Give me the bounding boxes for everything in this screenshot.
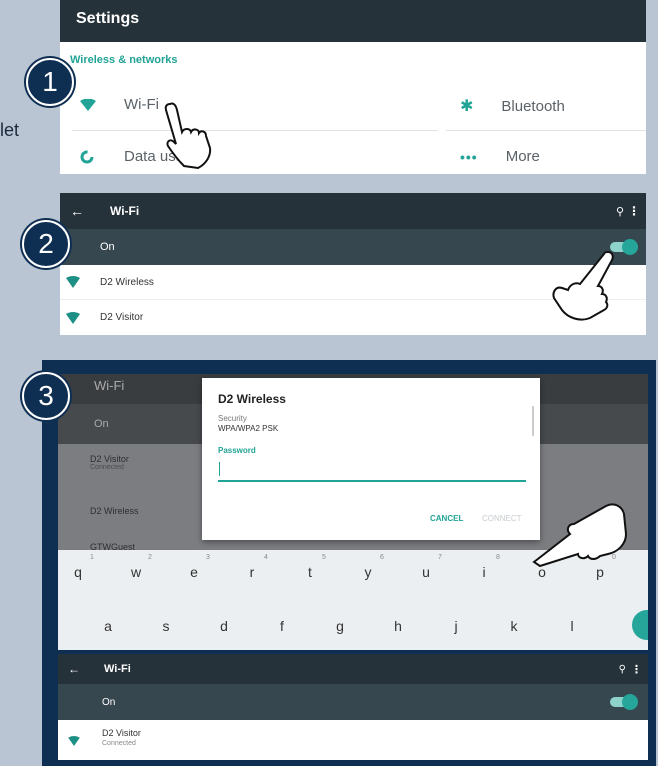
wifi-on-label: On bbox=[100, 241, 115, 253]
connected-screen: ← Wi-Fi ⚲ ⋮ On D2 Visitor Connected bbox=[58, 654, 648, 760]
wifi-title: Wi-Fi bbox=[104, 663, 131, 675]
dim-title: Wi-Fi bbox=[94, 378, 125, 393]
settings-item-label: More bbox=[505, 148, 540, 165]
dim-network-row: D2 Wireless bbox=[90, 506, 139, 516]
wifi-on-bar: On bbox=[58, 684, 648, 720]
settings-item-bluetooth[interactable]: ✱ Bluetooth bbox=[460, 96, 565, 116]
network-status: Connected bbox=[102, 740, 136, 747]
wifi-on-label: On bbox=[102, 696, 116, 708]
text-cursor bbox=[219, 462, 220, 476]
connect-button[interactable]: CONNECT bbox=[482, 514, 522, 523]
network-status: Connected bbox=[90, 464, 124, 471]
key-number-hint: 4 bbox=[264, 554, 268, 561]
data-usage-icon bbox=[80, 150, 94, 163]
hand-pointer-icon bbox=[532, 503, 628, 568]
network-name: D2 Visitor bbox=[102, 728, 141, 738]
overflow-menu-icon[interactable]: ⋮ bbox=[631, 663, 642, 676]
divider bbox=[446, 130, 646, 131]
network-name: D2 Visitor bbox=[100, 312, 144, 323]
settings-screen: Settings Wireless & networks Wi-Fi ✱ Blu… bbox=[60, 0, 646, 174]
step-badge-1: 1 bbox=[26, 58, 74, 106]
key-number-hint: 8 bbox=[496, 554, 500, 561]
settings-item-label: Bluetooth bbox=[501, 97, 565, 115]
dialog-scrollbar bbox=[532, 406, 534, 436]
key-number-hint: 6 bbox=[380, 554, 384, 561]
hand-pointer-icon bbox=[552, 250, 614, 321]
wifi-toolbar: ← Wi-Fi ⚲ ⋮ bbox=[58, 654, 648, 684]
overflow-menu-icon[interactable]: ⋮ bbox=[628, 204, 640, 218]
key-l[interactable]: l bbox=[562, 618, 582, 634]
security-label: Security bbox=[218, 414, 247, 423]
key-t[interactable]: t bbox=[300, 564, 320, 580]
back-arrow-icon[interactable]: ← bbox=[70, 203, 84, 219]
back-arrow-icon[interactable]: ← bbox=[68, 662, 80, 676]
divider bbox=[72, 130, 438, 131]
security-value: WPA/WPA2 PSK bbox=[218, 424, 279, 433]
key-number-hint: 2 bbox=[148, 554, 152, 561]
wifi-signal-icon bbox=[66, 276, 80, 288]
section-wireless-networks: Wireless & networks bbox=[70, 54, 178, 66]
key-w[interactable]: w bbox=[126, 564, 146, 580]
wifi-toggle[interactable] bbox=[610, 694, 638, 710]
hand-pointer-icon bbox=[164, 102, 212, 170]
more-icon: ••• bbox=[460, 148, 478, 165]
dim-network-row: D2 Visitor Connected bbox=[90, 454, 129, 471]
key-d[interactable]: d bbox=[214, 618, 234, 634]
settings-item-more[interactable]: ••• More bbox=[460, 148, 540, 165]
wifi-toolbar: ← Wi-Fi ⚲ ⋮ bbox=[60, 193, 646, 229]
key-number-hint: 1 bbox=[90, 554, 94, 561]
settings-title: Settings bbox=[60, 0, 646, 42]
key-r[interactable]: r bbox=[242, 564, 262, 580]
step-badge-3: 3 bbox=[22, 372, 70, 420]
password-label: Password bbox=[218, 446, 256, 455]
key-i[interactable]: i bbox=[474, 564, 494, 580]
cancel-button[interactable]: CANCEL bbox=[430, 514, 463, 523]
key-y[interactable]: y bbox=[358, 564, 378, 580]
cropped-text: let bbox=[0, 120, 20, 140]
key-s[interactable]: s bbox=[156, 618, 176, 634]
key-g[interactable]: g bbox=[330, 618, 350, 634]
network-name: D2 Wireless bbox=[90, 506, 139, 516]
wifi-icon bbox=[80, 98, 96, 111]
wifi-title: Wi-Fi bbox=[110, 204, 140, 218]
dialog-title: D2 Wireless bbox=[218, 392, 286, 406]
key-h[interactable]: h bbox=[388, 618, 408, 634]
wifi-signal-icon bbox=[68, 736, 80, 746]
key-e[interactable]: e bbox=[184, 564, 204, 580]
key-number-hint: 5 bbox=[322, 554, 326, 561]
dim-on-label: On bbox=[94, 418, 109, 430]
key-j[interactable]: j bbox=[446, 618, 466, 634]
step-badge-2: 2 bbox=[22, 220, 70, 268]
wifi-signal-icon bbox=[66, 311, 80, 324]
key-f[interactable]: f bbox=[272, 618, 292, 634]
network-name: D2 Visitor bbox=[90, 454, 129, 464]
key-a[interactable]: a bbox=[98, 618, 118, 634]
search-icon[interactable]: ⚲ bbox=[619, 664, 626, 675]
search-icon[interactable]: ⚲ bbox=[616, 205, 624, 218]
settings-item-label: Wi-Fi bbox=[124, 96, 159, 113]
key-u[interactable]: u bbox=[416, 564, 436, 580]
enter-key[interactable] bbox=[632, 610, 648, 640]
network-name: D2 Wireless bbox=[100, 276, 154, 288]
key-number-hint: 3 bbox=[206, 554, 210, 561]
key-k[interactable]: k bbox=[504, 618, 524, 634]
key-q[interactable]: q bbox=[68, 564, 88, 580]
password-dialog: D2 Wireless Security WPA/WPA2 PSK Passwo… bbox=[202, 378, 540, 540]
bluetooth-icon: ✱ bbox=[460, 98, 474, 115]
settings-item-wifi[interactable]: Wi-Fi bbox=[80, 96, 159, 113]
password-input[interactable] bbox=[218, 458, 526, 482]
key-number-hint: 7 bbox=[438, 554, 442, 561]
